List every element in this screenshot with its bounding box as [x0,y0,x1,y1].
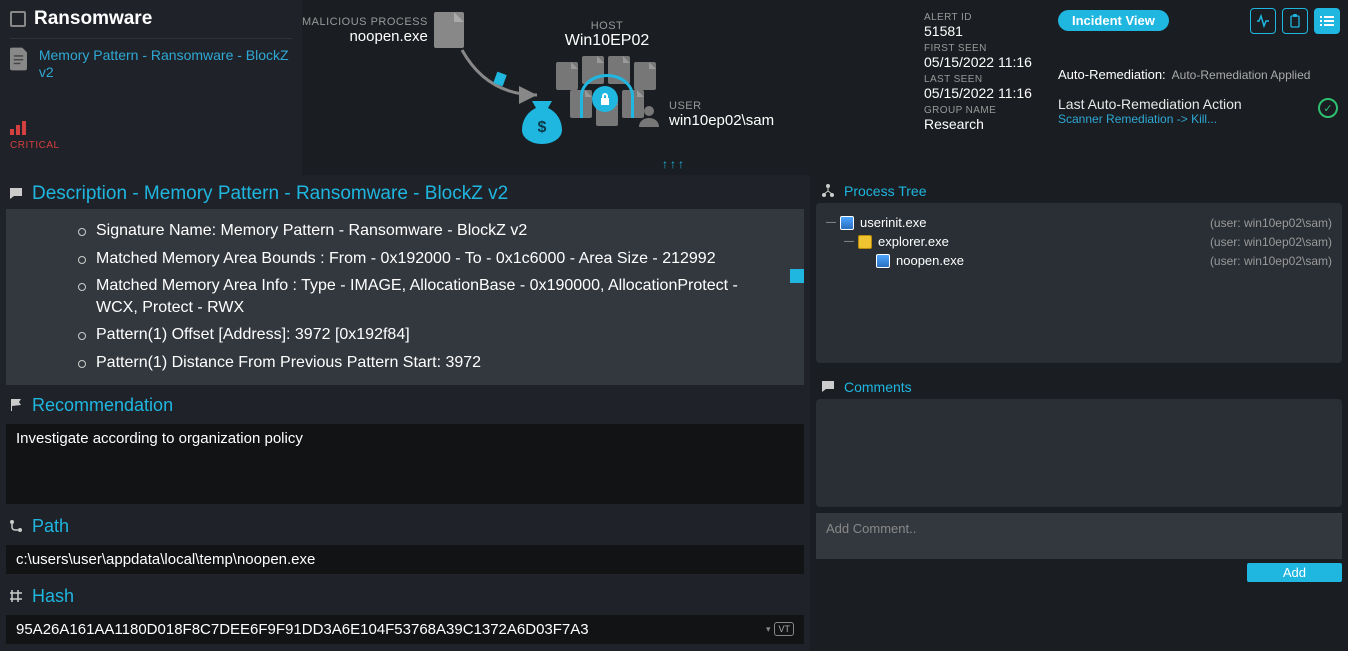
alert-id-value: 51581 [924,23,1042,39]
last-seen-label: LAST SEEN [924,74,1042,85]
speech-icon [8,186,24,202]
add-comment-button[interactable]: Add [1247,563,1342,582]
side-panel: Process Tree — userinit.exe (user: win10… [810,175,1348,651]
process-tree-heading: Process Tree [844,183,926,199]
auto-remediation-label: Auto-Remediation: [1058,67,1166,82]
process-user: (user: win10ep02\sam) [1210,254,1332,268]
desc-item: Matched Memory Area Info : Type - IMAGE,… [96,272,804,321]
alert-list-item[interactable]: Memory Pattern - Ransomware - BlockZ v2 [10,38,292,89]
process-icon [876,254,890,268]
process-name: noopen.exe [896,253,964,268]
recommendation-text: Investigate according to organization po… [6,424,804,504]
comments-list [816,399,1342,507]
last-seen-value: 05/15/2022 11:16 [924,85,1042,101]
user-value: win10ep02\sam [669,112,774,129]
clipboard-icon[interactable] [1282,8,1308,34]
process-user: (user: win10ep02\sam) [1210,235,1332,249]
process-user: (user: win10ep02\sam) [1210,216,1332,230]
lock-icon [592,86,618,112]
incident-view-button[interactable]: Incident View [1058,10,1169,31]
file-icon [434,12,464,48]
tag-icon: ▾ [766,624,771,635]
tree-row[interactable]: — userinit.exe (user: win10ep02\sam) [826,213,1332,232]
auto-remediation-value: Auto-Remediation Applied [1172,68,1311,82]
hash-icon [8,588,24,604]
user-icon [637,103,661,127]
malicious-process-value: noopen.exe [302,28,428,45]
scroll-indicator[interactable] [790,269,804,283]
comments-heading: Comments [844,379,912,395]
process-icon [858,235,872,249]
remediation-panel: Incident View Auto-Remediation: Auto-Rem… [1048,0,1348,175]
path-icon [8,518,24,534]
flag-icon [8,397,24,413]
hash-heading: Hash [32,586,74,607]
last-action-label: Last Auto-Remediation Action [1058,96,1338,112]
malicious-process-label: MALICIOUS PROCESS [302,16,428,28]
details-panel: Description - Memory Pattern - Ransomwar… [0,175,810,651]
process-name: userinit.exe [860,215,926,230]
alert-title-link[interactable]: Memory Pattern - Ransomware - BlockZ v2 [39,47,292,81]
document-icon [10,47,29,71]
process-icon [840,216,854,230]
desc-item: Signature Name: Memory Pattern - Ransomw… [96,217,804,245]
activity-icon[interactable] [1250,8,1276,34]
svg-text:$: $ [538,119,547,136]
last-action-link[interactable]: Scanner Remediation -> Kill... [1058,112,1338,126]
tree-row[interactable]: noopen.exe (user: win10ep02\sam) [826,251,1332,270]
process-name: explorer.exe [878,234,949,249]
path-value: c:\users\user\appdata\local\temp\noopen.… [6,545,804,574]
comment-input[interactable] [816,513,1342,559]
alert-metadata: ALERT ID 51581 FIRST SEEN 05/15/2022 11:… [918,0,1048,175]
list-icon[interactable] [1314,8,1340,34]
alert-id-label: ALERT ID [924,12,1042,23]
group-label: GROUP NAME [924,105,1042,116]
tree-icon [820,183,836,199]
recommendation-heading: Recommendation [32,395,173,416]
select-checkbox[interactable] [10,11,26,27]
severity-label: CRITICAL [10,140,292,151]
first-seen-label: FIRST SEEN [924,43,1042,54]
arrow-icon [457,45,557,105]
path-heading: Path [32,516,69,537]
first-seen-value: 05/15/2022 11:16 [924,54,1042,70]
money-bag-icon: $ [522,100,562,147]
incident-graphic: MALICIOUS PROCESS noopen.exe HOST Win10E… [302,0,918,175]
host-value: Win10EP02 [552,32,662,50]
group-value: Research [924,116,1042,132]
success-check-icon: ✓ [1318,98,1338,118]
chevron-down-icon[interactable]: — [844,236,854,247]
process-tree: — userinit.exe (user: win10ep02\sam) — e… [816,203,1342,363]
desc-item: Pattern(1) Distance From Previous Patter… [96,349,804,377]
chevron-down-icon[interactable]: — [826,217,836,228]
description-list: Signature Name: Memory Pattern - Ransomw… [6,209,804,385]
alert-sidebar: Ransomware Memory Pattern - Ransomware -… [0,0,302,175]
comment-icon [820,379,836,395]
user-label: USER [669,100,774,112]
category-title: Ransomware [34,8,152,30]
description-heading: Description - Memory Pattern - Ransomwar… [32,183,508,205]
tree-row[interactable]: — explorer.exe (user: win10ep02\sam) [826,232,1332,251]
collapse-arrows-icon[interactable]: ↑↑↑ [662,157,686,171]
severity-indicator: CRITICAL [10,119,292,151]
desc-item: Pattern(1) Offset [Address]: 3972 [0x192… [96,321,804,349]
host-label: HOST [552,20,662,32]
hash-value: 95A26A161AA1180D018F8C7DEE6F9F91DD3A6E10… [16,621,589,638]
desc-item: Matched Memory Area Bounds : From - 0x19… [96,245,804,273]
virustotal-badge[interactable]: VT [774,622,794,636]
